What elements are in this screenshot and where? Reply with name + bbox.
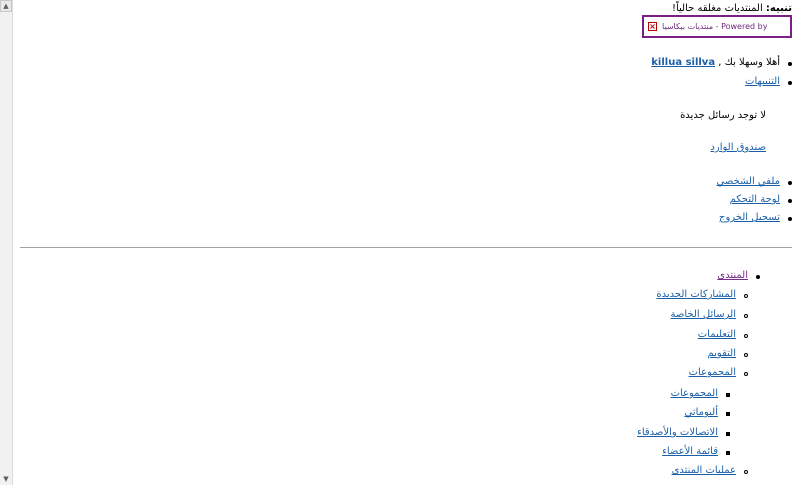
bullet [788, 181, 792, 185]
scroll-down-arrow-icon[interactable]: ▼ [0, 473, 12, 485]
divider [20, 247, 792, 248]
forum-actions-link[interactable]: عمليات المنتدى [672, 465, 736, 476]
bullet [788, 81, 792, 85]
private-messages-link[interactable]: الرسائل الخاصة [671, 309, 736, 320]
sub-groups-link[interactable]: المجموعات [671, 388, 718, 399]
bullet [788, 199, 792, 203]
bullet [788, 217, 792, 221]
notice-text: المنتديات مغلقه حالياً! [671, 3, 763, 14]
vertical-scrollbar[interactable]: ▲ ▼ [0, 0, 13, 485]
bullet-square [726, 412, 730, 416]
page-content: تنبيه: المنتديات مغلقه حالياً! × منتديات… [20, 0, 792, 485]
alerts-link[interactable]: التنبيهات [745, 76, 780, 87]
bullet-square [726, 451, 730, 455]
logout-link[interactable]: تسجيل الخروج [719, 212, 780, 223]
bullet-circle [744, 353, 748, 357]
profile-link[interactable]: ملفي الشخصي [717, 176, 780, 187]
bullet [756, 275, 760, 279]
welcome-line: أهلا وسهلا بك , killua sillva [651, 57, 780, 68]
groups-link[interactable]: المجموعات [689, 367, 736, 378]
bullet-circle [744, 334, 748, 338]
forum-closed-notice: تنبيه: المنتديات مغلقه حالياً! [672, 3, 792, 14]
powered-by-banner[interactable]: × منتديات بيكاسيا - Powered by [642, 15, 792, 38]
close-icon[interactable]: × [648, 22, 657, 31]
calendar-link[interactable]: التقويم [707, 348, 736, 359]
bullet-circle [744, 372, 748, 376]
bullet-circle [744, 470, 748, 474]
bullet-circle [744, 314, 748, 318]
bullet-square [726, 393, 730, 397]
bullet-square [726, 432, 730, 436]
forum-menu-link[interactable]: المنتدى [717, 270, 748, 281]
members-list-link[interactable]: قائمة الأعضاء [662, 446, 718, 457]
scroll-up-arrow-icon[interactable]: ▲ [0, 0, 12, 12]
control-panel-link[interactable]: لوحة التحكم [730, 194, 780, 205]
bullet-circle [744, 294, 748, 298]
contacts-friends-link[interactable]: الاتصالات والأصدقاء [637, 427, 718, 438]
inbox-link[interactable]: صندوق الوارد [710, 142, 766, 153]
bullet [788, 62, 792, 66]
faq-link[interactable]: التعليمات [698, 329, 736, 340]
welcome-text: أهلا وسهلا بك , [718, 57, 780, 68]
powered-by-text: منتديات بيكاسيا - Powered by [662, 22, 768, 31]
notice-label: تنبيه: [765, 3, 792, 14]
new-posts-link[interactable]: المشاركات الجديدة [656, 289, 736, 300]
my-albums-link[interactable]: ألبوماتي [684, 407, 718, 418]
username-link[interactable]: killua sillva [651, 57, 715, 68]
no-messages-text: لا توجد رسائل جديدة [680, 110, 766, 121]
